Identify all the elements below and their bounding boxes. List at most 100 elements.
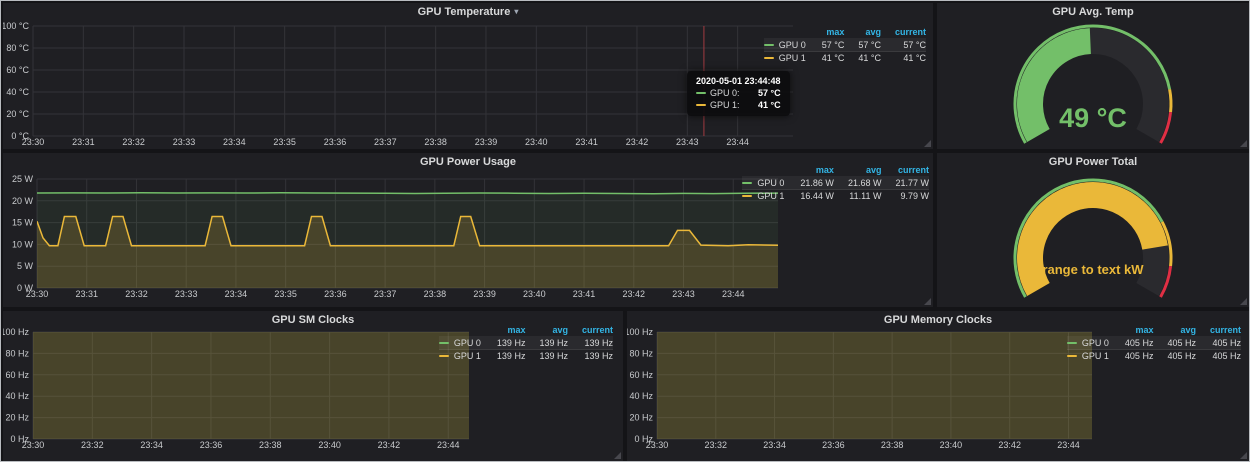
legend-series-label[interactable]: GPU 0 (764, 38, 808, 51)
tooltip-row: GPU 0:57 °C (696, 88, 781, 98)
legend-value-current: 139 Hz (568, 336, 613, 349)
legend-value-current: 21.77 W (881, 176, 929, 189)
legend-series-label[interactable]: GPU 1 (742, 189, 786, 202)
series-name: GPU 1 (779, 53, 806, 63)
series-name: GPU 1 (757, 191, 784, 201)
legend-header-spacer (764, 25, 808, 38)
panel-title-text: GPU Avg. Temp (1052, 6, 1134, 18)
y-axis-label: 10 W (12, 239, 34, 249)
legend-value-avg: 139 Hz (525, 349, 568, 362)
legend-value-avg: 57 °C (844, 38, 881, 51)
legend-header-current[interactable]: current (881, 25, 926, 38)
panel-title-text: GPU Memory Clocks (884, 314, 992, 326)
x-axis-label: 23:34 (225, 289, 248, 299)
legend-value-max: 16.44 W (786, 189, 834, 202)
legend-series-label[interactable]: GPU 1 (1067, 349, 1111, 362)
x-axis-label: 23:40 (525, 137, 548, 147)
legend-value-max: 405 Hz (1111, 336, 1154, 349)
x-axis-label: 23:42 (378, 440, 401, 450)
x-axis-label: 23:36 (324, 137, 347, 147)
gauge-value-power-total: range to text kW (937, 262, 1249, 277)
panel-resize-handle[interactable] (924, 298, 931, 305)
x-axis-label: 23:37 (374, 289, 397, 299)
x-axis-label: 23:32 (122, 137, 145, 147)
legend-value-current: 9.79 W (881, 189, 929, 202)
y-axis-label: 100 °C (3, 21, 29, 31)
legend-gpu-temperature: maxavgcurrentGPU 057 °C57 °C57 °CGPU 141… (764, 25, 926, 64)
x-axis-label: 23:41 (575, 137, 598, 147)
series-color-dash-icon (742, 195, 752, 197)
x-axis-label: 23:44 (437, 440, 460, 450)
legend-gpu-memory-clocks: maxavgcurrentGPU 0405 Hz405 Hz405 HzGPU … (1067, 323, 1241, 362)
legend-value-avg: 41 °C (844, 51, 881, 64)
y-axis-label: 80 Hz (629, 348, 653, 358)
x-axis-label: 23:36 (324, 289, 347, 299)
legend-value-max: 139 Hz (483, 349, 526, 362)
panel-gpu-sm-clocks: GPU SM Clocks 0 Hz20 Hz40 Hz60 Hz80 Hz10… (3, 311, 623, 461)
x-axis-label: 23:36 (822, 440, 845, 450)
series-color-dash-icon (696, 92, 706, 94)
x-axis-label: 23:38 (424, 137, 447, 147)
y-axis-label: 5 W (17, 261, 34, 271)
series-name: GPU 0 (757, 178, 784, 188)
x-axis-label: 23:30 (646, 440, 669, 450)
legend-header-avg[interactable]: avg (844, 25, 881, 38)
panel-title-gpu-temperature[interactable]: GPU Temperature ▾ (3, 3, 933, 20)
x-axis-label: 23:34 (223, 137, 246, 147)
panel-title-gpu-sm-clocks[interactable]: GPU SM Clocks (3, 311, 623, 328)
panel-title-gpu-memory-clocks[interactable]: GPU Memory Clocks (627, 311, 1249, 328)
x-axis-label: 23:44 (1057, 440, 1080, 450)
legend-series-label[interactable]: GPU 0 (742, 176, 786, 189)
x-axis-label: 23:34 (140, 440, 163, 450)
series-color-dash-icon (1067, 355, 1077, 357)
panel-gpu-memory-clocks: GPU Memory Clocks 0 Hz20 Hz40 Hz60 Hz80 … (627, 311, 1249, 461)
y-axis-label: 40 Hz (5, 391, 29, 401)
gpu-power-total-gauge (937, 153, 1249, 307)
panel-title-text: GPU SM Clocks (272, 314, 355, 326)
legend-row-gpu-1: GPU 116.44 W11.11 W9.79 W (742, 189, 929, 202)
legend-row-gpu-1: GPU 141 °C41 °C41 °C (764, 51, 926, 64)
x-axis-label: 23:43 (672, 289, 695, 299)
panel-resize-handle[interactable] (1240, 140, 1247, 147)
panel-title-text: GPU Power Total (1049, 156, 1137, 168)
x-axis-label: 23:30 (22, 137, 45, 147)
panel-title-gpu-avg-temp[interactable]: GPU Avg. Temp (937, 3, 1249, 20)
y-axis-label: 15 W (12, 218, 34, 228)
legend-value-avg: 11.11 W (834, 189, 882, 202)
panel-gpu-avg-temp: GPU Avg. Temp 49 °C (937, 3, 1249, 149)
x-axis-label: 23:31 (75, 289, 98, 299)
x-axis-label: 23:35 (274, 289, 297, 299)
y-axis-label: 60 °C (6, 65, 29, 75)
x-axis-label: 23:44 (726, 137, 749, 147)
y-axis-label: 80 Hz (5, 348, 29, 358)
series-color-dash-icon (696, 104, 706, 106)
legend-series-label[interactable]: GPU 0 (439, 336, 483, 349)
panel-resize-handle[interactable] (1240, 452, 1247, 459)
x-axis-label: 23:42 (998, 440, 1021, 450)
legend-header-max[interactable]: max (808, 25, 845, 38)
panel-title-text: GPU Power Usage (420, 156, 516, 168)
panel-resize-handle[interactable] (1240, 298, 1247, 305)
legend-series-label[interactable]: GPU 1 (439, 349, 483, 362)
legend-value-max: 41 °C (808, 51, 845, 64)
x-axis-label: 23:40 (523, 289, 546, 299)
series-name: GPU 0 (779, 40, 806, 50)
series-area (657, 327, 1092, 439)
x-axis-label: 23:32 (81, 440, 104, 450)
x-axis-label: 23:38 (424, 289, 447, 299)
x-axis-label: 23:41 (573, 289, 596, 299)
panel-resize-handle[interactable] (614, 452, 621, 459)
tooltip-series-value: 57 °C (746, 88, 781, 98)
x-axis-label: 23:42 (623, 289, 646, 299)
x-axis-label: 23:33 (175, 289, 198, 299)
series-name: GPU 0 (1082, 338, 1109, 348)
legend-row-gpu-1: GPU 1405 Hz405 Hz405 Hz (1067, 349, 1241, 362)
y-axis-label: 100 Hz (627, 327, 653, 337)
legend-series-label[interactable]: GPU 0 (1067, 336, 1111, 349)
x-axis-label: 23:32 (705, 440, 728, 450)
panel-resize-handle[interactable] (924, 140, 931, 147)
panel-title-gpu-power-total[interactable]: GPU Power Total (937, 153, 1249, 170)
panel-title-gpu-power-usage[interactable]: GPU Power Usage (3, 153, 933, 170)
legend-series-label[interactable]: GPU 1 (764, 51, 808, 64)
x-axis-label: 23:30 (22, 440, 45, 450)
